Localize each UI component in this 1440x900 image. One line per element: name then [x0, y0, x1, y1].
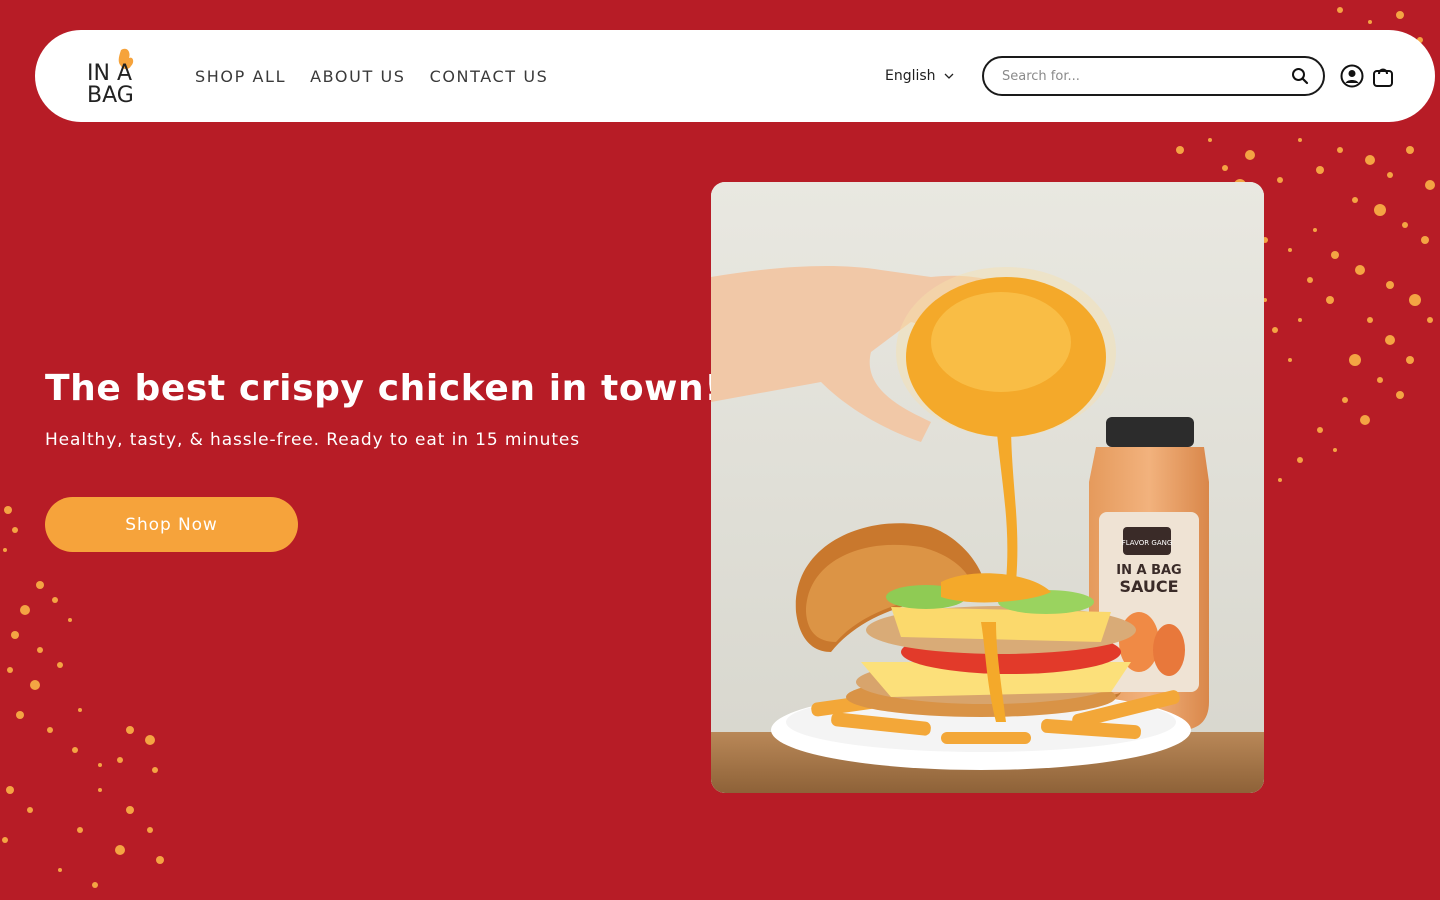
site-header: IN A BAG SHOP ALL ABOUT US CONTACT US En… — [35, 30, 1435, 122]
main-nav: SHOP ALL ABOUT US CONTACT US — [195, 30, 548, 122]
search-bar — [982, 56, 1325, 96]
shop-now-button[interactable]: Shop Now — [45, 497, 298, 552]
account-icon[interactable] — [1340, 64, 1364, 88]
bottle-label-top: FLAVOR GANG — [1122, 539, 1173, 547]
bottle-label-line1: IN A BAG — [1116, 563, 1181, 578]
bottle-label-line2: SAUCE — [1119, 577, 1178, 596]
brand-logo-mark: IN A BAG — [87, 48, 134, 108]
search-input[interactable] — [1002, 58, 1272, 94]
nav-shop-all[interactable]: SHOP ALL — [195, 67, 286, 86]
nav-about-us[interactable]: ABOUT US — [310, 67, 405, 86]
language-selector[interactable]: English — [885, 30, 954, 122]
chevron-down-icon — [944, 73, 954, 79]
cart-icon[interactable] — [1372, 64, 1394, 88]
page: IN A BAG SHOP ALL ABOUT US CONTACT US En… — [0, 0, 1440, 900]
logo-line2: BAG — [87, 83, 134, 104]
nav-contact-us[interactable]: CONTACT US — [430, 67, 549, 86]
hero-title: The best crispy chicken in town! — [45, 368, 722, 409]
language-label: English — [885, 68, 936, 84]
hero-image: FLAVOR GANG IN A BAG SAUCE — [711, 182, 1264, 793]
hero-subtitle: Healthy, tasty, & hassle-free. Ready to … — [45, 430, 581, 450]
burger-sauce-illustration: FLAVOR GANG IN A BAG SAUCE — [711, 182, 1264, 793]
search-icon[interactable] — [1291, 67, 1309, 85]
brand-logo[interactable]: IN A BAG — [85, 46, 147, 108]
